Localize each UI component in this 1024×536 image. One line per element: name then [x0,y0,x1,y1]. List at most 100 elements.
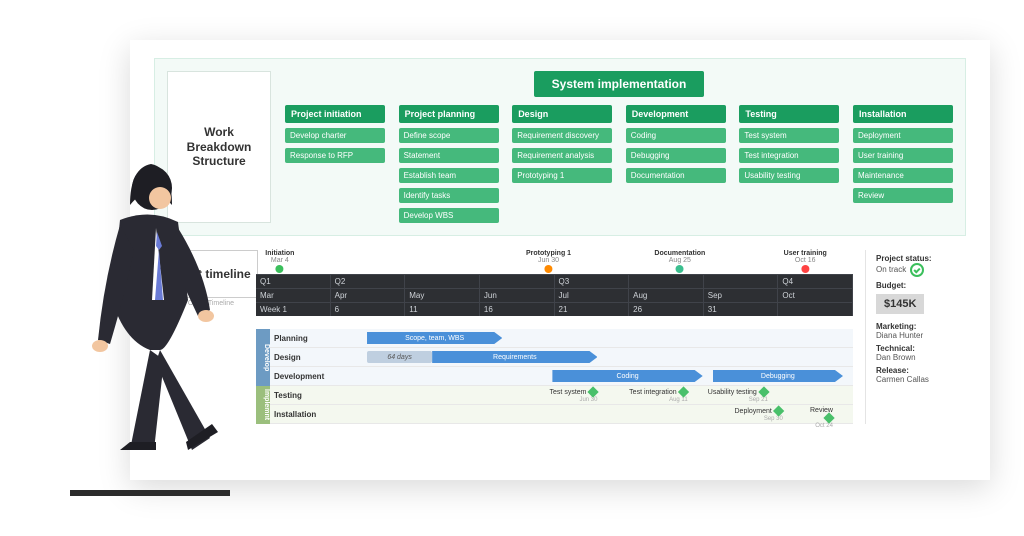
wbs-branch-head: Testing [739,105,839,123]
scale-cell: Oct [778,289,853,302]
scale-cell: Q1 [256,275,331,288]
milestone: Prototyping 1Jun 30 [526,250,571,273]
scale-cell: 11 [405,303,480,316]
scale-cell: Mar [256,289,331,302]
wbs-branch: DevelopmentCodingDebuggingDocumentation [626,105,726,183]
wbs-leaf: Develop charter [285,128,385,143]
role-label: Release: [876,366,966,375]
scale-cell: Apr [331,289,406,302]
wbs-leaf: Debugging [626,148,726,163]
scale-cell [704,275,779,288]
gantt-area: DevelopPlanning Scope, team, WBS Design 64 … [256,329,853,424]
gantt-bar: Requirements [432,351,597,363]
wbs-leaf: Usability testing [739,168,839,183]
wbs-leaf: Requirement analysis [512,148,612,163]
status-label: Project status: [876,254,966,263]
wbs-leaf: Establish team [399,168,499,183]
gantt-row-label: Development [270,367,352,385]
budget-value: $145K [876,294,924,314]
status-value: On track [876,263,966,277]
scale-cell: Jul [555,289,630,302]
scale-cell: Week 1 [256,303,331,316]
gantt-milestone: DeploymentSep 30 [735,407,783,422]
wbs-leaf: Test integration [739,148,839,163]
wbs-leaf: Statement [399,148,499,163]
wbs-leaf: Prototyping 1 [512,168,612,183]
gantt-row: InstallationDeploymentSep 30ReviewOct 24 [270,405,853,424]
gantt-row-label: Installation [270,405,352,423]
wbs-branch: Testing Test system Test integration Usabil… [739,105,839,183]
gantt-row-label: Testing [270,386,352,404]
gantt-row: Design 64 daysRequirements [270,348,853,367]
scale-cell: 26 [629,303,704,316]
gantt-row: DevelopmentCodingDebugging [270,367,853,386]
wbs-branch: Installation Deployment User training Maint… [853,105,953,203]
time-scale: Q1Q2 Q3 Q4 MarAprMayJunJulAugSepOct Week 1… [256,274,853,316]
scale-cell: 31 [704,303,779,316]
scale-cell: Jun [480,289,555,302]
wbs-leaf: Define scope [399,128,499,143]
wbs-leaf: Review [853,188,953,203]
side-panel: Project status: On track Budget: $145K M… [865,250,966,424]
role-value: Dan Brown [876,353,966,362]
milestone: InitiationMar 4 [265,250,294,273]
wbs-leaf: User training [853,148,953,163]
gantt-milestone: Test systemJun 30 [550,388,598,403]
gantt-bar: Scope, team, WBS [367,332,502,344]
milestone: User trainingOct 16 [784,250,827,273]
wbs-leaf: Requirement discovery [512,128,612,143]
role-label: Technical: [876,344,966,353]
wbs-root: System implementation [534,71,705,97]
wbs-leaf: Coding [626,128,726,143]
wbs-branch-head: Design [512,105,612,123]
scale-cell [778,303,853,316]
role-value: Diana Hunter [876,331,966,340]
gantt-row: Planning Scope, team, WBS [270,329,853,348]
gantt-bar: 64 days [367,351,432,363]
wbs-branch-head: Installation [853,105,953,123]
milestone-row: InitiationMar 4 Prototyping 1Jun 30 Docume… [256,250,853,274]
wbs-branch-head: Project planning [399,105,499,123]
scale-cell: Sep [704,289,779,302]
wbs-leaf: Response to RFP [285,148,385,163]
wbs-leaf: Develop WBS [399,208,499,223]
gantt-bar: Coding [552,370,702,382]
swimlane-label: Develop [256,329,270,386]
scale-cell: 21 [555,303,630,316]
wbs-branch: Project initiation Develop charter Respons… [285,105,385,163]
wbs-leaf: Test system [739,128,839,143]
gantt-row-label: Design [270,348,352,366]
wbs-leaf: Maintenance [853,168,953,183]
scale-cell: Q2 [331,275,406,288]
wbs-branch: Design Requirement discovery Requirement a… [512,105,612,183]
wbs-branch: Project planning Define scope Statement Est… [399,105,499,223]
role-label: Marketing: [876,322,966,331]
wbs-leaf: Identify tasks [399,188,499,203]
scale-cell: May [405,289,480,302]
scale-cell: Aug [629,289,704,302]
wbs-leaf: Documentation [626,168,726,183]
check-icon [910,263,924,277]
scale-cell: Q3 [555,275,630,288]
scale-cell [629,275,704,288]
gantt-row-label: Planning [270,329,352,347]
scale-cell: Q4 [778,275,853,288]
wbs-leaf: Deployment [853,128,953,143]
gantt-milestone: Usability testingSep 21 [708,388,768,403]
budget-label: Budget: [876,281,966,290]
gantt-row: Testing Test systemJun 30 Test integration… [270,386,853,405]
scale-cell: 16 [480,303,555,316]
person-shadow [70,490,230,496]
swimlane-label: Implemnt [256,386,270,424]
timeline-panel: Project timeline Made with Office Timeli… [154,250,966,424]
gantt-milestone: ReviewOct 24 [810,407,833,429]
wbs-tree: System implementation Project initiation… [285,71,953,223]
project-card: Work Breakdown Structure System implemen… [130,40,990,480]
role-value: Carmen Callas [876,375,966,384]
person-illustration [60,150,240,490]
gantt-milestone: Test integrationAug 11 [629,388,687,403]
milestone: DocumentationAug 25 [654,250,705,273]
wbs-panel: Work Breakdown Structure System implemen… [154,58,966,236]
scale-cell [480,275,555,288]
wbs-branch-head: Project initiation [285,105,385,123]
